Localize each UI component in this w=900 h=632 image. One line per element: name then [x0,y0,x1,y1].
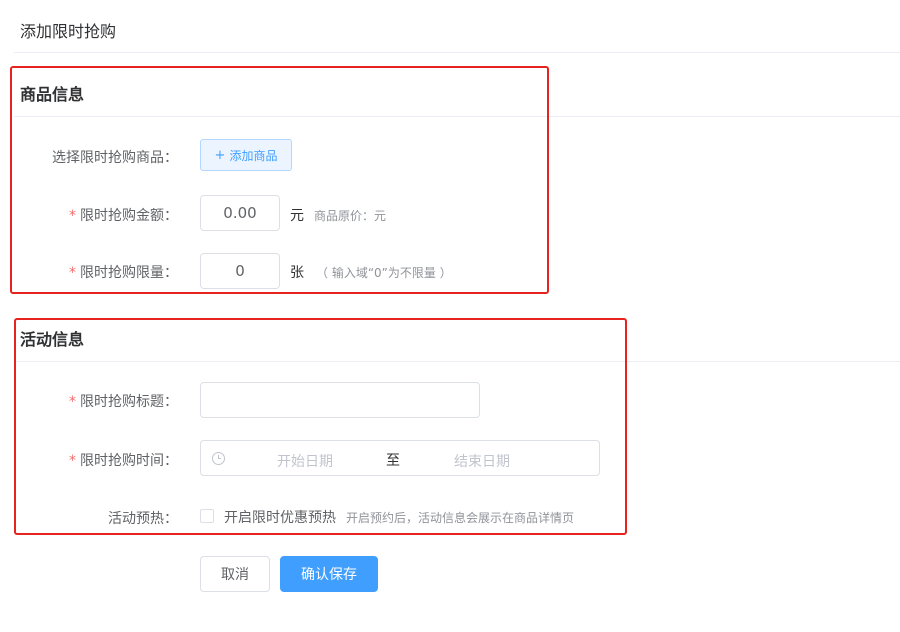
goods-highlight-box [10,66,549,294]
cancel-button[interactable]: 取消 [200,556,270,592]
activity-highlight-box [14,318,627,535]
save-button[interactable]: 确认保存 [280,556,378,592]
page-title: 添加限时抢购 [20,22,117,41]
header-divider [14,52,900,53]
